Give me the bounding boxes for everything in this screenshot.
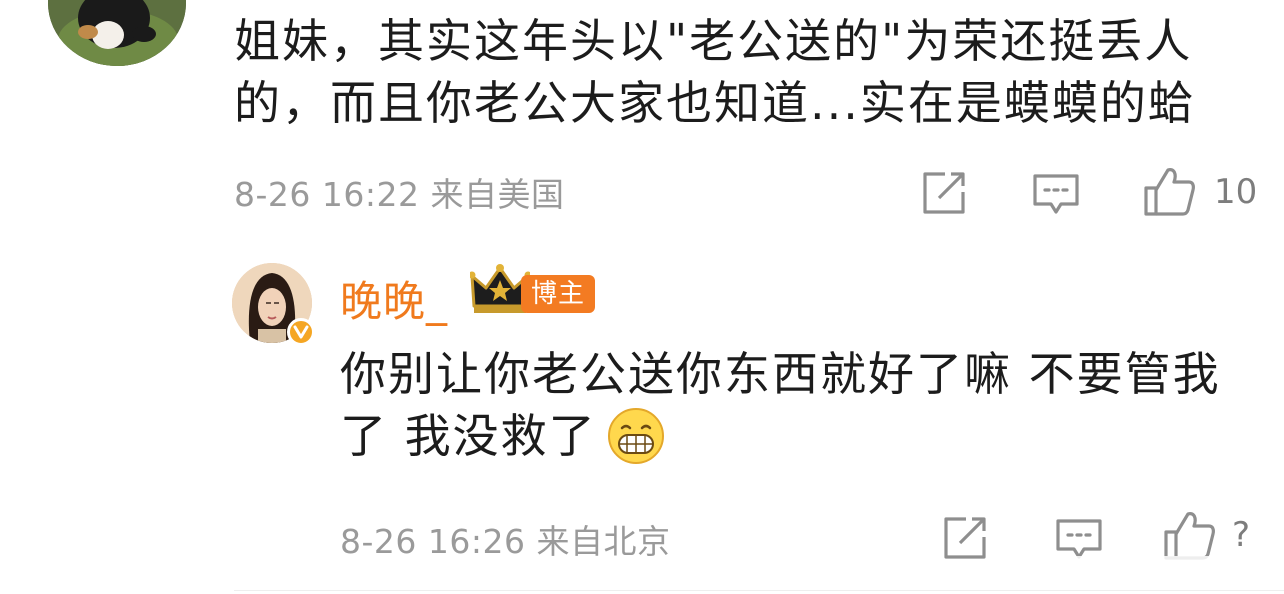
like-icon[interactable]: [1163, 508, 1215, 560]
divider: [234, 590, 1284, 591]
comment-line: 姐妹，其实这年头以"老公送的"为荣还挺丢人: [234, 14, 1193, 68]
share-icon[interactable]: [940, 513, 990, 563]
reply-username[interactable]: 晚晚_: [340, 268, 448, 329]
reply-meta: 8-26 16:26 来自北京: [340, 522, 671, 561]
verified-badge-icon: [287, 318, 315, 346]
comment-text: 姐妹，其实这年头以"老公送的"为荣还挺丢人 的，而且你老公大家也知道...实在是…: [234, 10, 1254, 134]
share-icon[interactable]: [919, 168, 969, 218]
comment-line: 的，而且你老公大家也知道...实在是蟆蟆的蛤: [234, 76, 1196, 130]
like-icon[interactable]: [1143, 164, 1195, 216]
watermark-overlay: [1060, 556, 1275, 586]
reply-line-text: 了 我没救了: [340, 409, 597, 463]
comment-icon[interactable]: [1031, 168, 1081, 218]
like-count: 10: [1214, 172, 1258, 212]
grin-emoji-icon: [607, 407, 665, 465]
reply-line: 了 我没救了: [340, 405, 1260, 467]
comment-meta: 8-26 16:22 来自美国: [234, 175, 565, 214]
blogger-tag: 博主: [521, 275, 596, 313]
like-count: ?: [1232, 515, 1251, 555]
reply-line: 你别让你老公送你东西就好了嘛 不要管我: [340, 347, 1221, 401]
reply-text: 你别让你老公送你东西就好了嘛 不要管我 了 我没救了: [340, 343, 1260, 467]
avatar-commenter[interactable]: [48, 0, 186, 66]
